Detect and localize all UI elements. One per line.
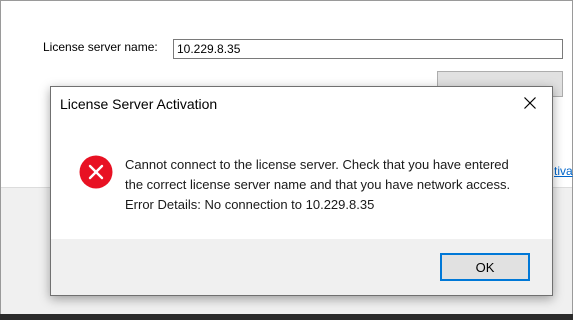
dialog-titlebar: License Server Activation	[51, 87, 552, 121]
dialog-title: License Server Activation	[60, 96, 218, 112]
license-server-activation-dialog: License Server Activation Cannot connect…	[50, 86, 553, 296]
license-server-name-label: License server name:	[43, 40, 158, 54]
screen: License server name: tiva License Server…	[0, 0, 573, 320]
close-button[interactable]	[508, 87, 552, 119]
close-icon	[524, 97, 536, 109]
ok-button[interactable]: OK	[440, 253, 530, 281]
activation-link[interactable]: tiva	[554, 164, 573, 178]
error-icon	[79, 155, 113, 189]
dialog-body: Cannot connect to the license server. Ch…	[51, 121, 552, 239]
error-message-line: the correct license server name and that…	[125, 177, 511, 192]
dialog-footer: OK	[51, 239, 552, 295]
license-server-name-input[interactable]	[173, 39, 563, 59]
error-message-line: Cannot connect to the license server. Ch…	[125, 157, 509, 172]
error-details-line: Error Details: No connection to 10.229.8…	[125, 197, 375, 212]
error-message: Cannot connect to the license server. Ch…	[125, 155, 545, 215]
